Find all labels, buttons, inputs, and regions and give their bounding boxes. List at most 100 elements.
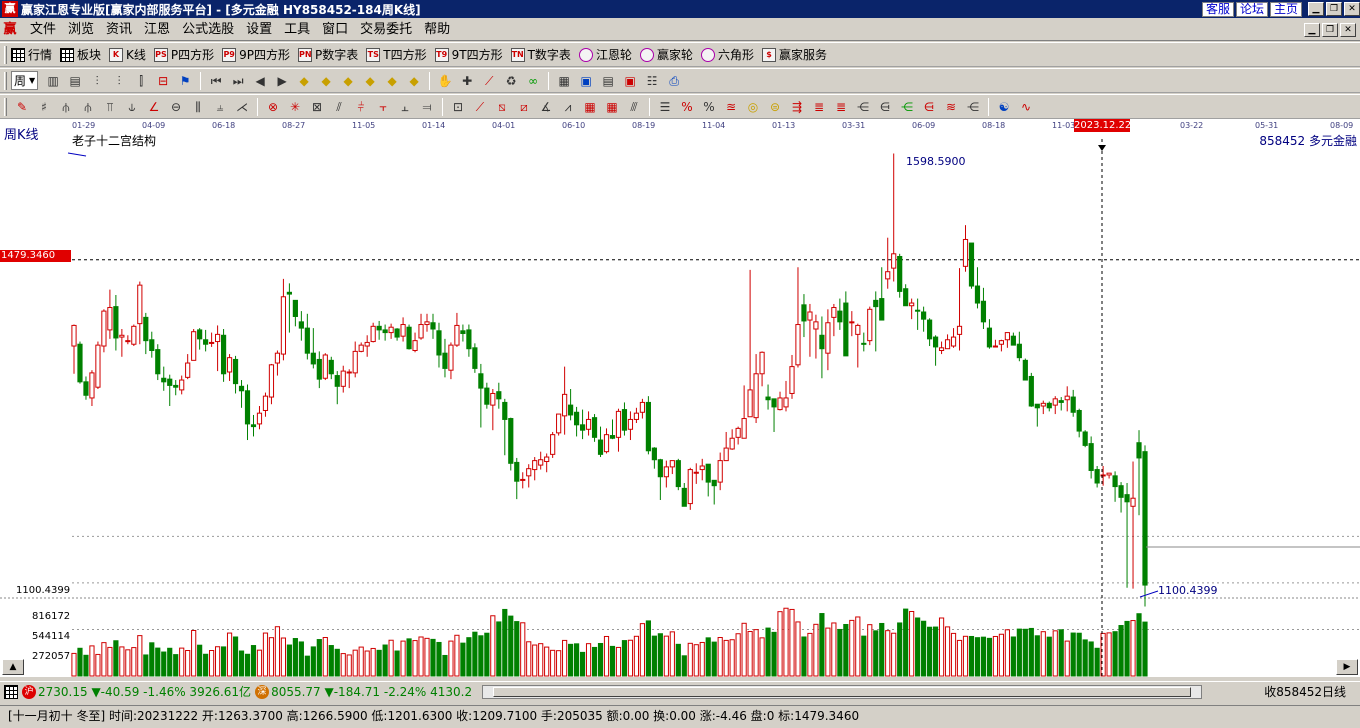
mdi-close-icon[interactable]: ✕ — [1340, 22, 1356, 37]
people-icon[interactable]: ☷ — [643, 72, 661, 90]
print-icon[interactable]: ⎙ — [665, 72, 683, 90]
nav-diamond-2-icon[interactable]: ◆ — [317, 72, 335, 90]
close-icon[interactable]: ✕ — [1344, 2, 1360, 16]
grid-icon[interactable] — [4, 684, 18, 699]
tools-b-icon[interactable]: ⫛ — [79, 98, 97, 116]
percent-line-icon[interactable]: % — [678, 98, 696, 116]
fan-tool-icon[interactable]: ⋌ — [233, 98, 251, 116]
wedge4-icon[interactable]: ⋳ — [920, 98, 938, 116]
star-tool-icon[interactable]: ✳ — [286, 98, 304, 116]
zigzag-icon[interactable]: ⩘ — [559, 98, 577, 116]
chart-scroll-right-icon[interactable]: ▶ — [1336, 659, 1358, 675]
trend-icon[interactable]: ⟋ — [480, 72, 498, 90]
tools-a-icon[interactable]: ⫛ — [57, 98, 75, 116]
9p-square-button[interactable]: P9 9P四方形 — [222, 46, 290, 63]
crosshair-icon[interactable]: ✚ — [458, 72, 476, 90]
wedge3-icon[interactable]: ⋲ — [898, 98, 916, 116]
kline-button[interactable]: K K线 — [109, 46, 146, 63]
chart-area[interactable]: 01-29 04-09 06-18 08-27 11-05 01-14 04-01 06-10… — [0, 119, 1360, 677]
last-icon[interactable]: ⏭ — [229, 72, 247, 90]
menu-browse[interactable]: 浏览 — [62, 20, 100, 40]
cycle-icon[interactable]: ♻ — [502, 72, 520, 90]
line-style-icon[interactable]: ⫶ — [110, 72, 128, 90]
first-icon[interactable]: ⏮ — [207, 72, 225, 90]
tools-c-icon[interactable]: ⫪ — [101, 98, 119, 116]
level2-lines-icon[interactable]: ≣ — [832, 98, 850, 116]
stairs-tool-icon[interactable]: ⫨ — [211, 98, 229, 116]
winner-wheel-button[interactable]: 赢家轮 — [639, 46, 693, 63]
flag-icon[interactable]: ⚑ — [176, 72, 194, 90]
period-select[interactable]: 周 ▼ — [11, 71, 39, 90]
mdi-minimize-icon[interactable]: ▁ — [1304, 22, 1320, 37]
calendar-icon[interactable]: ▦ — [555, 72, 573, 90]
arrow-lines-icon[interactable]: ⇶ — [788, 98, 806, 116]
t-square-button[interactable]: TS T四方形 — [366, 46, 427, 63]
calculator-icon[interactable]: ▣ — [577, 72, 595, 90]
nav-diamond-5-icon[interactable]: ◆ — [383, 72, 401, 90]
menu-tools[interactable]: 工具 — [278, 20, 316, 40]
zoom-out-icon[interactable]: ⊟ — [154, 72, 172, 90]
hexagon-button[interactable]: 六角形 — [700, 46, 754, 63]
minimize-icon[interactable]: ▁ — [1308, 2, 1324, 16]
hand-icon[interactable]: ✋ — [436, 72, 454, 90]
coin-icon[interactable]: ◎ — [744, 98, 762, 116]
rect-tool-icon[interactable]: ⊡ — [449, 98, 467, 116]
left-icon[interactable]: ◀ — [251, 72, 269, 90]
split-tool-icon[interactable]: ⫩ — [352, 98, 370, 116]
chart-scroll-left-icon[interactable]: ▲ — [2, 659, 24, 675]
box-fan-icon[interactable]: ⧅ — [493, 98, 511, 116]
fib-tool-icon[interactable]: ⫤ — [418, 98, 436, 116]
single-bar-icon[interactable]: ⫿ — [132, 72, 150, 90]
candle-style-icon[interactable]: ▥ — [44, 72, 62, 90]
angle-icon[interactable]: ∠ — [145, 98, 163, 116]
service-link[interactable]: 客服 — [1201, 1, 1234, 17]
channel-tool-icon[interactable]: ⫠ — [396, 98, 414, 116]
mdi-restore-icon[interactable]: ❐ — [1322, 22, 1338, 37]
tools-d-icon[interactable]: ⫝ — [123, 98, 141, 116]
nav-diamond-1-icon[interactable]: ◆ — [295, 72, 313, 90]
fan-lines-icon[interactable]: ⟋ — [471, 98, 489, 116]
page-icon[interactable]: ▤ — [66, 72, 84, 90]
wedge5-icon[interactable]: ≋ — [942, 98, 960, 116]
p-square-button[interactable]: PS P四方形 — [153, 46, 214, 63]
restore-icon[interactable]: ❐ — [1326, 2, 1342, 16]
gann-wheel-button[interactable]: 江恩轮 — [578, 46, 632, 63]
wedge-icon[interactable]: ⋲ — [854, 98, 872, 116]
nav-diamond-4-icon[interactable]: ◆ — [361, 72, 379, 90]
horizontal-scrollbar[interactable] — [482, 684, 1203, 699]
ratio-icon[interactable]: ≊ — [722, 98, 740, 116]
level-lines-icon[interactable]: ≣ — [810, 98, 828, 116]
sector-button[interactable]: 板块 — [60, 46, 101, 63]
menu-window[interactable]: 窗口 — [316, 20, 354, 40]
lines-tool-icon[interactable]: ⫽ — [330, 98, 348, 116]
p-number-table-button[interactable]: PN P数字表 — [298, 46, 358, 63]
box-cross-icon[interactable]: ⧄ — [515, 98, 533, 116]
save-icon[interactable]: ▣ — [621, 72, 639, 90]
home-link[interactable]: 主页 — [1269, 1, 1302, 17]
menu-info[interactable]: 资讯 — [100, 20, 138, 40]
9t-square-button[interactable]: T9 9T四方形 — [434, 46, 503, 63]
wave-icon[interactable]: ∿ — [1017, 98, 1035, 116]
box-tool-icon[interactable]: ⊠ — [308, 98, 326, 116]
grid-hash-icon[interactable]: ♯ — [35, 98, 53, 116]
right-icon[interactable]: ▶ — [273, 72, 291, 90]
arc-tool-icon[interactable]: ⊗ — [264, 98, 282, 116]
menu-formula[interactable]: 公式选股 — [176, 20, 240, 40]
pencil-icon[interactable]: ✎ — [13, 98, 31, 116]
scrollbar-thumb[interactable] — [493, 686, 1192, 697]
link-icon[interactable]: ∞ — [524, 72, 542, 90]
menu-settings[interactable]: 设置 — [240, 20, 278, 40]
circle-tool-icon[interactable]: ⊖ — [167, 98, 185, 116]
kline-chart[interactable] — [0, 119, 1360, 677]
grid-tool-icon[interactable]: ▦ — [581, 98, 599, 116]
nav-diamond-3-icon[interactable]: ◆ — [339, 72, 357, 90]
bars-tool-icon[interactable]: ⫼ — [189, 98, 207, 116]
coin-lines-icon[interactable]: ⊜ — [766, 98, 784, 116]
wedge2-icon[interactable]: ⋳ — [876, 98, 894, 116]
menu-trade[interactable]: 交易委托 — [354, 20, 418, 40]
t-number-table-button[interactable]: TN T数字表 — [510, 46, 571, 63]
table-icon[interactable]: ▤ — [599, 72, 617, 90]
forum-link[interactable]: 论坛 — [1235, 1, 1268, 17]
slash-lines-icon[interactable]: ⫻ — [625, 98, 643, 116]
grid2-tool-icon[interactable]: ▦ — [603, 98, 621, 116]
